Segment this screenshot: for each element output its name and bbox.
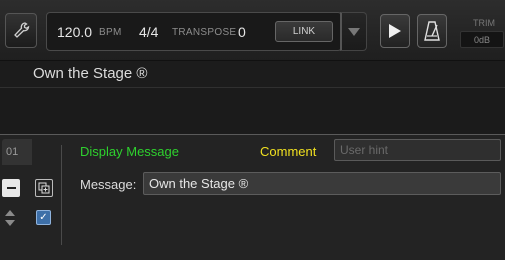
message-input[interactable]: [143, 172, 501, 195]
transport-dropdown-button[interactable]: [340, 12, 367, 51]
trim-value[interactable]: 0dB: [460, 31, 504, 48]
transport-display[interactable]: 120.0 BPM 4/4 TRANSPOSE 0 LINK: [46, 12, 342, 51]
tempo-unit: BPM: [99, 27, 122, 38]
metronome-button[interactable]: [417, 14, 447, 48]
song-title-bar: Own the Stage ®: [0, 61, 505, 88]
row-number: 01: [2, 139, 32, 165]
link-button[interactable]: LINK: [275, 21, 333, 42]
tempo-value[interactable]: 120.0: [57, 24, 92, 40]
drag-handle-icon[interactable]: [4, 209, 16, 227]
toolbar: 120.0 BPM 4/4 TRANSPOSE 0 LINK TRIM 0dB: [0, 0, 505, 61]
settings-button[interactable]: [5, 13, 37, 48]
metronome-icon: [424, 21, 440, 41]
divider: [61, 145, 62, 245]
play-button[interactable]: [380, 14, 410, 48]
transpose-label: TRANSPOSE: [172, 27, 237, 38]
enabled-checkbox[interactable]: ✓: [36, 210, 51, 225]
wrench-icon: [14, 21, 30, 38]
empty-area: [0, 88, 505, 134]
transpose-value[interactable]: 0: [238, 24, 246, 40]
trim-label: TRIM: [473, 18, 495, 28]
event-type-label: Display Message: [80, 144, 179, 159]
time-signature[interactable]: 4/4: [139, 24, 158, 40]
event-row: 01 ✓ Display Message Comment Message:: [0, 134, 505, 260]
add-icon: [38, 182, 50, 194]
message-label: Message:: [80, 177, 137, 192]
remove-event-button[interactable]: [2, 179, 20, 197]
chevron-down-icon: [348, 27, 360, 36]
comment-input[interactable]: [334, 139, 501, 161]
song-title: Own the Stage ®: [33, 65, 148, 82]
play-icon: [389, 24, 401, 38]
comment-label: Comment: [260, 144, 317, 159]
add-event-button[interactable]: [35, 179, 53, 197]
